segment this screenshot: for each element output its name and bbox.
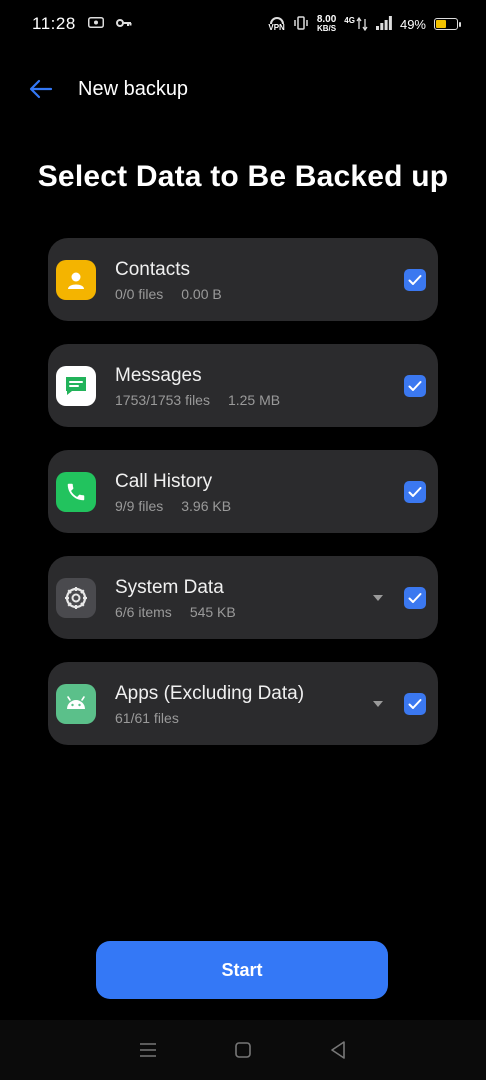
item-size: 3.96 KB bbox=[181, 497, 232, 514]
signal-icon bbox=[375, 15, 392, 33]
speed-unit: KB/S bbox=[317, 24, 337, 33]
screen-record-icon bbox=[87, 15, 104, 33]
vibrate-icon bbox=[293, 15, 309, 33]
phone-icon bbox=[56, 471, 96, 512]
item-count: 61/61 files bbox=[115, 709, 179, 726]
network-type: 4G bbox=[344, 16, 355, 25]
item-title: Messages bbox=[115, 364, 202, 386]
item-title: Apps (Excluding Data) bbox=[115, 682, 305, 704]
item-count: 1753/1753 files bbox=[115, 391, 210, 408]
battery-icon bbox=[434, 18, 461, 30]
item-size: 1.25 MB bbox=[227, 391, 281, 408]
item-size: 545 KB bbox=[189, 603, 236, 620]
mobile-data-icon: 4G bbox=[344, 17, 368, 31]
navigation-bar bbox=[0, 1020, 486, 1080]
backup-item-messages[interactable]: Messages 1753/1753 files 1.25 MB bbox=[48, 344, 438, 427]
chevron-down-icon[interactable] bbox=[370, 594, 386, 602]
vpn-label: VPN bbox=[268, 22, 285, 32]
back-triangle-icon[interactable] bbox=[323, 1035, 353, 1065]
status-time: 11:28 bbox=[32, 14, 76, 33]
backup-item-system-data[interactable]: System Data 6/6 items 545 KB bbox=[48, 556, 438, 639]
item-count: 9/9 files bbox=[115, 497, 164, 514]
item-size: 0.00 B bbox=[181, 285, 222, 302]
item-checkbox[interactable] bbox=[404, 586, 426, 609]
item-title: Call History bbox=[115, 470, 213, 492]
item-checkbox[interactable] bbox=[404, 480, 426, 503]
item-count: 0/0 files bbox=[115, 285, 164, 302]
android-icon bbox=[56, 683, 96, 724]
battery-percent: 49% bbox=[399, 16, 426, 32]
chevron-down-icon[interactable] bbox=[370, 700, 386, 708]
network-speed: 8.00 KB/S bbox=[317, 15, 336, 33]
message-icon bbox=[56, 365, 96, 406]
backup-item-contacts[interactable]: Contacts 0/0 files 0.00 B bbox=[48, 238, 438, 321]
back-arrow-icon[interactable] bbox=[28, 76, 54, 102]
backup-item-apps[interactable]: Apps (Excluding Data) 61/61 files bbox=[48, 662, 438, 745]
home-icon[interactable] bbox=[228, 1035, 258, 1065]
settings-icon bbox=[56, 577, 96, 618]
backup-item-call-history[interactable]: Call History 9/9 files 3.96 KB bbox=[48, 450, 438, 533]
item-title: Contacts bbox=[115, 258, 190, 280]
status-bar: 11:28 VPN 8.00 KB/S 4G 49% bbox=[0, 0, 486, 48]
item-checkbox[interactable] bbox=[404, 374, 426, 397]
page-title: New backup bbox=[78, 77, 189, 100]
menu-icon[interactable] bbox=[133, 1035, 163, 1065]
battery-level bbox=[436, 20, 446, 28]
vpn-icon: VPN bbox=[268, 16, 285, 32]
item-title: System Data bbox=[115, 576, 224, 598]
item-checkbox[interactable] bbox=[404, 268, 426, 291]
start-button[interactable]: Start bbox=[96, 941, 388, 999]
section-heading: Select Data to Be Backed up bbox=[37, 160, 449, 193]
item-checkbox[interactable] bbox=[404, 692, 426, 715]
key-icon bbox=[115, 15, 132, 33]
contact-icon bbox=[56, 259, 96, 300]
app-bar: New backup bbox=[28, 70, 188, 108]
item-count: 6/6 items bbox=[115, 603, 172, 620]
